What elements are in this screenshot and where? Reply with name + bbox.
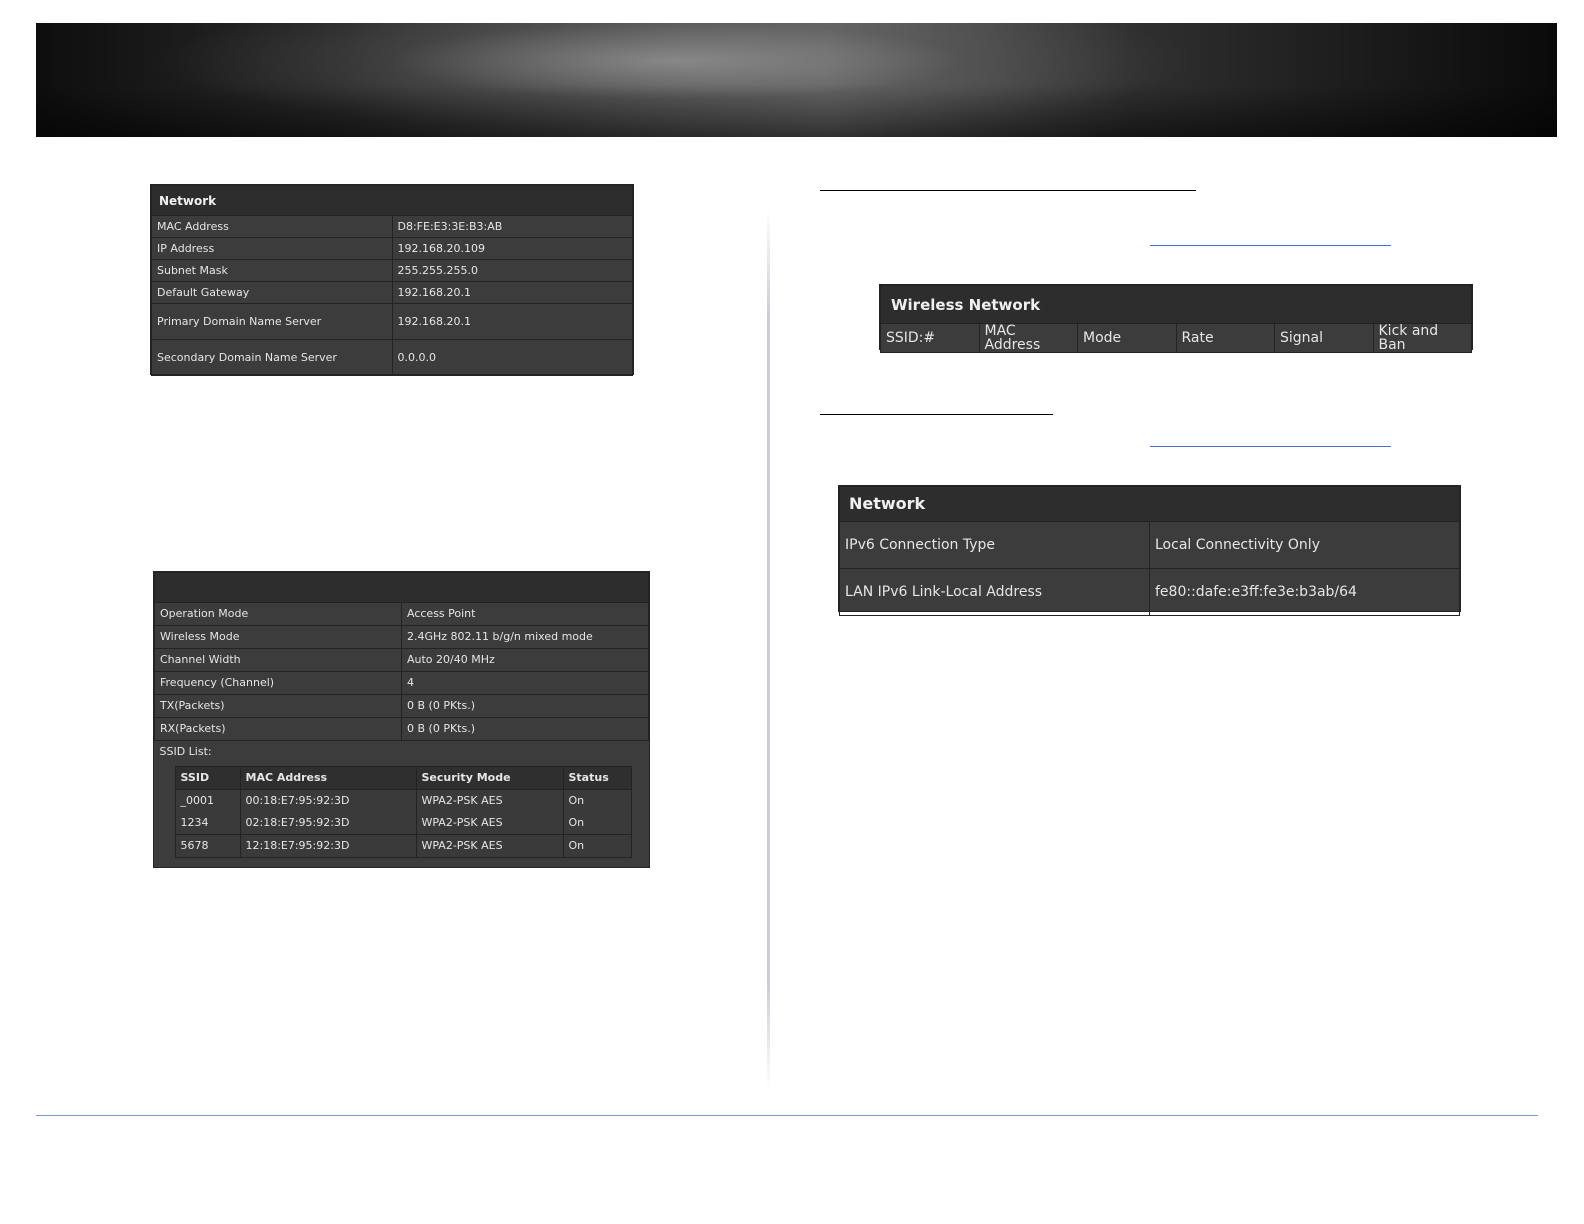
wireless-status-table: Operation Mode Access Point Wireless Mod…	[154, 572, 649, 868]
ipv6-network-panel: Network IPv6 Connection Type Local Conne…	[838, 485, 1461, 616]
wireless-clients-panel: Wireless Network SSID:# MAC Address Mode…	[879, 284, 1473, 353]
table-row: LAN IPv6 Link-Local Address fe80::dafe:e…	[839, 568, 1460, 616]
row-label: LAN IPv6 Link-Local Address	[839, 568, 1150, 616]
section-heading-underline	[820, 190, 1196, 191]
table-row: Default Gateway 192.168.20.1	[151, 281, 633, 304]
row-label: Subnet Mask	[151, 259, 393, 282]
row-label: Channel Width	[154, 648, 402, 672]
table-row: _0001 00:18:E7:95:92:3D WPA2-PSK AES On	[174, 789, 632, 812]
table-row: Primary Domain Name Server 192.168.20.1	[151, 303, 633, 340]
ssid-table-container: SSID MAC Address Security Mode Status _0…	[155, 762, 649, 868]
row-label: Frequency (Channel)	[154, 671, 402, 695]
mac-cell: 12:18:E7:95:92:3D	[239, 834, 417, 858]
footer-rule	[36, 1115, 1538, 1116]
column-header: MAC Address	[239, 766, 417, 790]
row-value: Auto 20/40 MHz	[401, 648, 649, 672]
row-value: 192.168.20.1	[391, 303, 633, 340]
row-label: Primary Domain Name Server	[151, 303, 393, 340]
table-row: Operation Mode Access Point	[154, 602, 649, 626]
table-row: Subnet Mask 255.255.255.0	[151, 259, 633, 282]
ssid-list-label: SSID List:	[159, 744, 212, 758]
table-row: Wireless Mode 2.4GHz 802.11 b/g/n mixed …	[154, 625, 649, 649]
wireless-clients-table: Wireless Network SSID:# MAC Address Mode…	[880, 285, 1472, 353]
table-header-row: SSID MAC Address Security Mode Status	[174, 766, 632, 790]
security-cell: WPA2-PSK AES	[415, 812, 564, 835]
mac-cell: 02:18:E7:95:92:3D	[239, 812, 417, 835]
column-divider	[767, 210, 770, 1090]
row-value: 0 B (0 PKts.)	[401, 694, 649, 718]
row-value: Access Point	[401, 602, 649, 626]
table-row: IP Address 192.168.20.109	[151, 237, 633, 260]
panel-title: Network	[839, 486, 1460, 522]
row-label: IPv6 Connection Type	[839, 521, 1150, 569]
status-cell: On	[562, 834, 632, 858]
row-value: 0 B (0 PKts.)	[401, 717, 649, 741]
table-row: IPv6 Connection Type Local Connectivity …	[839, 521, 1460, 569]
table-row: 5678 12:18:E7:95:92:3D WPA2-PSK AES On	[174, 834, 632, 858]
network-status-table: Network MAC Address D8:FE:E3:3E:B3:AB IP…	[151, 185, 633, 376]
table-row: Channel Width Auto 20/40 MHz	[154, 648, 649, 672]
security-cell: WPA2-PSK AES	[415, 834, 564, 858]
header-banner	[36, 23, 1557, 137]
security-cell: WPA2-PSK AES	[415, 789, 564, 812]
table-row: Frequency (Channel) 4	[154, 671, 649, 695]
row-value: fe80::dafe:e3ff:fe3e:b3ab/64	[1149, 568, 1460, 616]
table-row: TX(Packets) 0 B (0 PKts.)	[154, 694, 649, 718]
row-label: Operation Mode	[154, 602, 402, 626]
row-value: 2.4GHz 802.11 b/g/n mixed mode	[401, 625, 649, 649]
ssid-cell: 5678	[174, 834, 241, 858]
row-label: Default Gateway	[151, 281, 393, 304]
row-value: 255.255.255.0	[391, 259, 633, 282]
status-cell: On	[562, 812, 632, 835]
row-label: IP Address	[151, 237, 393, 260]
ipv6-network-table: Network IPv6 Connection Type Local Conne…	[839, 486, 1460, 616]
column-header: Security Mode	[415, 766, 564, 790]
status-cell: On	[562, 789, 632, 812]
column-header: Status	[562, 766, 632, 790]
mac-cell: 00:18:E7:95:92:3D	[239, 789, 417, 812]
wireless-status-panel: Operation Mode Access Point Wireless Mod…	[153, 571, 650, 868]
row-label: MAC Address	[151, 215, 393, 238]
row-label: RX(Packets)	[154, 717, 402, 741]
row-value: 0.0.0.0	[391, 339, 633, 376]
table-header-row: SSID:# MAC Address Mode Rate Signal Kick…	[880, 323, 1472, 353]
row-label: TX(Packets)	[154, 694, 402, 718]
ssid-cell: _0001	[174, 789, 241, 812]
table-row: Secondary Domain Name Server 0.0.0.0	[151, 339, 633, 376]
column-header: SSID	[174, 766, 241, 790]
ssid-cell: 1234	[174, 812, 241, 835]
row-value: Local Connectivity Only	[1149, 521, 1460, 569]
table-row: MAC Address D8:FE:E3:3E:B3:AB	[151, 215, 633, 238]
ssid-table: SSID MAC Address Security Mode Status _0…	[174, 766, 632, 858]
column-header: Mode	[1077, 323, 1177, 353]
column-header: MAC Address	[978, 323, 1078, 353]
row-value: D8:FE:E3:3E:B3:AB	[391, 215, 633, 238]
column-header: Rate	[1175, 323, 1275, 353]
column-header: Kick and Ban	[1372, 323, 1472, 353]
panel-title	[154, 572, 649, 603]
column-header: Signal	[1274, 323, 1374, 353]
section-heading-underline	[820, 414, 1053, 415]
row-value: 4	[401, 671, 649, 695]
hyperlink-underline[interactable]	[1150, 245, 1391, 246]
row-label: Secondary Domain Name Server	[151, 339, 393, 376]
hyperlink-underline[interactable]	[1150, 446, 1391, 447]
row-label: Wireless Mode	[154, 625, 402, 649]
row-value: 192.168.20.109	[391, 237, 633, 260]
panel-title: Wireless Network	[880, 285, 1472, 324]
row-value: 192.168.20.1	[391, 281, 633, 304]
panel-title: Network	[151, 185, 633, 216]
column-header: SSID:#	[880, 323, 980, 353]
network-status-panel: Network MAC Address D8:FE:E3:3E:B3:AB IP…	[150, 184, 634, 376]
table-row: 1234 02:18:E7:95:92:3D WPA2-PSK AES On	[174, 812, 632, 835]
table-row: RX(Packets) 0 B (0 PKts.)	[154, 717, 649, 741]
